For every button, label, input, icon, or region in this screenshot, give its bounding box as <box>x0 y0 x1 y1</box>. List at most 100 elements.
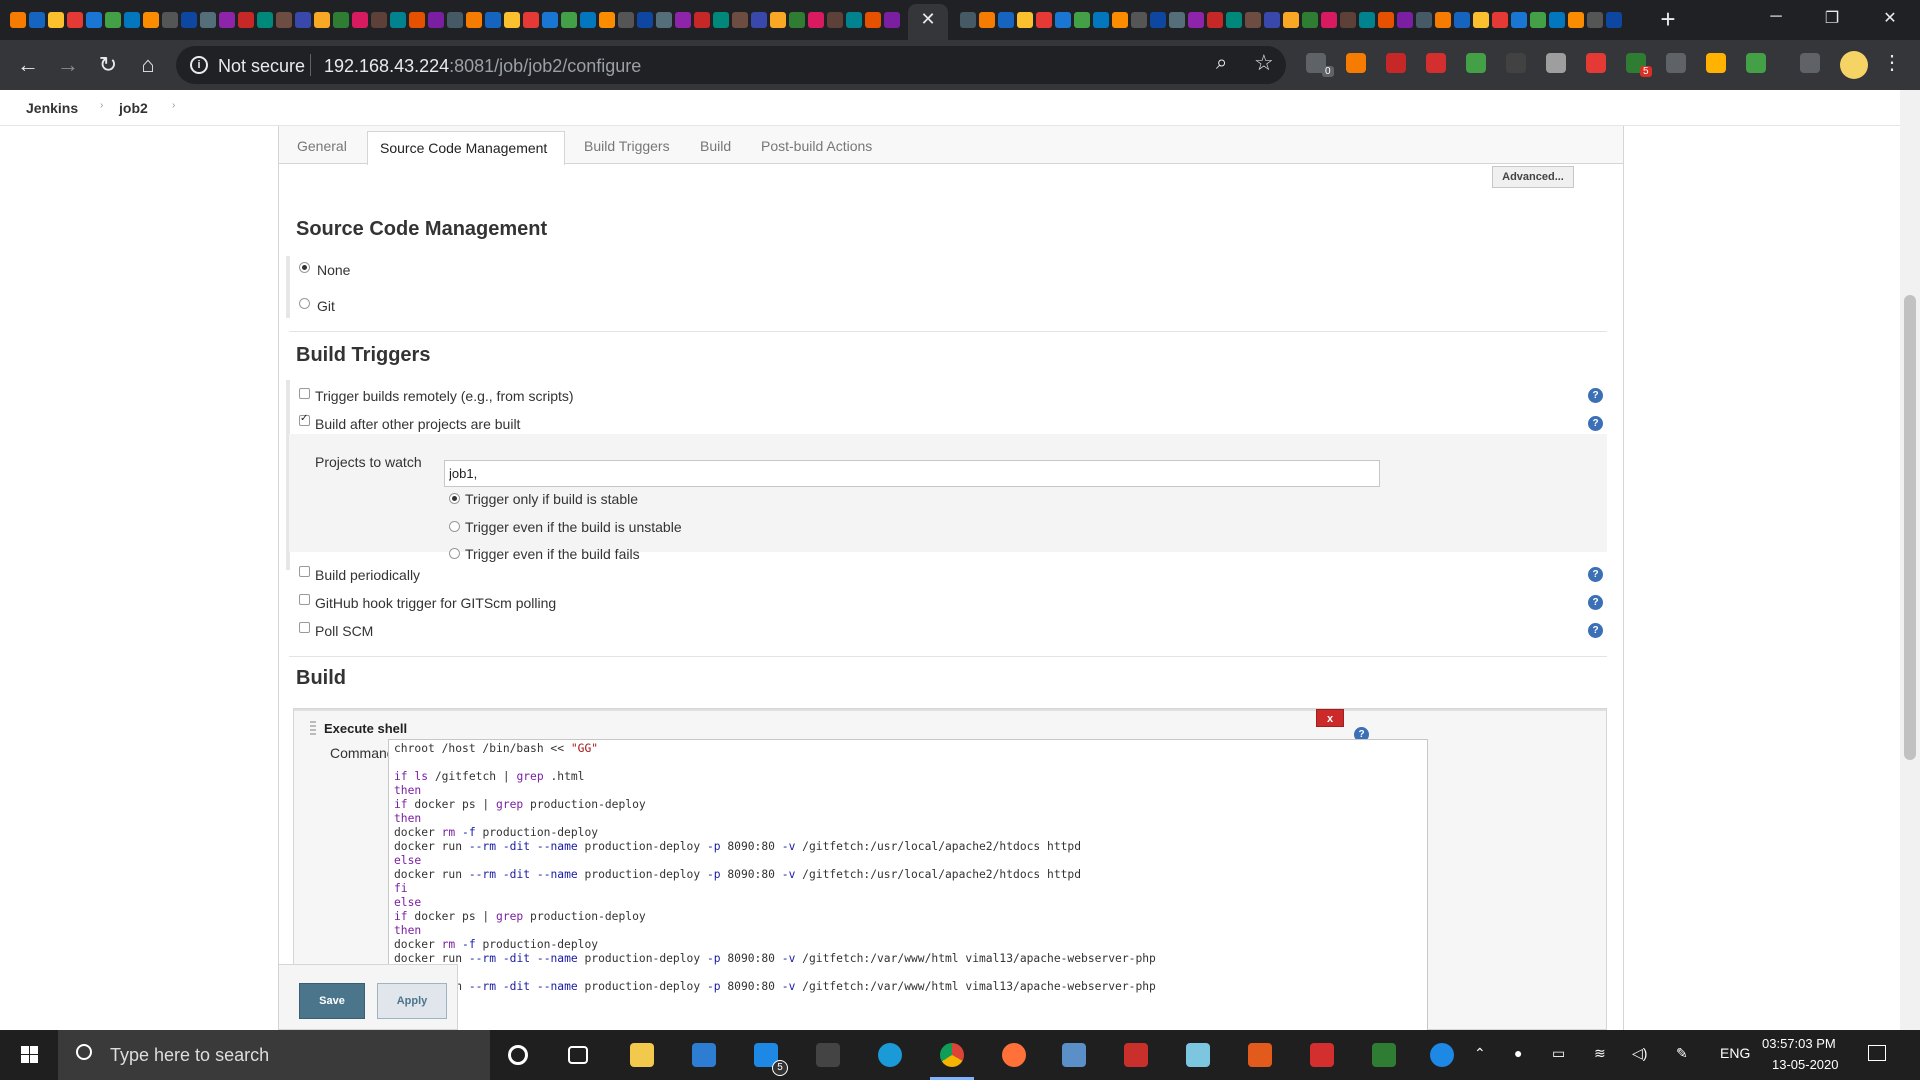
pinned-tab-favicon-icon[interactable] <box>542 12 558 28</box>
breadcrumb-arrow-icon[interactable]: › <box>100 100 103 111</box>
pinned-tab-favicon-icon[interactable] <box>48 12 64 28</box>
pinned-tab-favicon-icon[interactable] <box>1150 12 1166 28</box>
adblock-plus-icon[interactable] <box>1386 53 1406 73</box>
taskbar-search-input[interactable]: Type here to search <box>58 1030 490 1080</box>
pinned-tab-favicon-icon[interactable] <box>694 12 710 28</box>
git-icon[interactable] <box>1248 1043 1272 1067</box>
pinned-tab-favicon-icon[interactable] <box>1112 12 1128 28</box>
pinned-tab-favicon-icon[interactable] <box>352 12 368 28</box>
pinned-tab-favicon-icon[interactable] <box>1074 12 1090 28</box>
colorpick-icon[interactable] <box>1466 53 1486 73</box>
edge-icon[interactable] <box>878 1043 902 1067</box>
projects-to-watch-input[interactable] <box>444 460 1380 487</box>
tray-expand-icon[interactable]: ⌃ <box>1474 1045 1486 1062</box>
close-window-icon[interactable]: ✕ <box>1872 8 1908 28</box>
pinned-tab-favicon-icon[interactable] <box>770 12 786 28</box>
pinned-tab-favicon-icon[interactable] <box>1587 12 1603 28</box>
new-tab-button[interactable]: + <box>1656 6 1680 32</box>
pinned-tab-favicon-icon[interactable] <box>67 12 83 28</box>
pinned-tab-favicon-icon[interactable] <box>561 12 577 28</box>
pinned-tab-favicon-icon[interactable] <box>884 12 900 28</box>
pinned-tab-favicon-icon[interactable] <box>1226 12 1242 28</box>
store-icon[interactable] <box>692 1043 716 1067</box>
dropbox-icon[interactable] <box>1666 53 1686 73</box>
site-info-icon[interactable]: i <box>190 56 208 74</box>
pinned-tab-favicon-icon[interactable] <box>1568 12 1584 28</box>
scrollbar-thumb[interactable] <box>1904 295 1916 760</box>
pinned-tab-favicon-icon[interactable] <box>409 12 425 28</box>
pinned-tab-favicon-icon[interactable] <box>1207 12 1223 28</box>
media-controls-icon[interactable] <box>1800 53 1820 73</box>
page-scrollbar[interactable] <box>1900 90 1920 1030</box>
pen-icon[interactable]: ✎ <box>1676 1045 1688 1062</box>
zoom-icon[interactable]: ⌕ <box>1216 52 1227 75</box>
record-icon[interactable] <box>1586 53 1606 73</box>
pinned-tab-favicon-icon[interactable] <box>257 12 273 28</box>
firefox-icon[interactable] <box>1002 1043 1026 1067</box>
tab-post-build-actions[interactable]: Post-build Actions <box>761 138 872 154</box>
home-icon[interactable]: ⌂ <box>132 49 164 81</box>
pinned-tab-favicon-icon[interactable] <box>1017 12 1033 28</box>
pinned-tab-favicon-icon[interactable] <box>1131 12 1147 28</box>
pinned-tab-favicon-icon[interactable] <box>1283 12 1299 28</box>
help-icon[interactable]: ? <box>1588 595 1603 610</box>
pinned-tab-favicon-icon[interactable] <box>789 12 805 28</box>
pinned-tab-favicon-icon[interactable] <box>1245 12 1261 28</box>
pinned-tab-favicon-icon[interactable] <box>998 12 1014 28</box>
pinned-tab-favicon-icon[interactable] <box>751 12 767 28</box>
task-view-icon[interactable] <box>568 1046 588 1064</box>
pinned-tab-favicon-icon[interactable] <box>827 12 843 28</box>
pinned-tab-favicon-icon[interactable] <box>295 12 311 28</box>
pinned-tab-favicon-icon[interactable] <box>86 12 102 28</box>
pinned-tab-favicon-icon[interactable] <box>1454 12 1470 28</box>
pinned-tab-favicon-icon[interactable] <box>124 12 140 28</box>
language-indicator[interactable]: ENG <box>1720 1045 1750 1061</box>
trigger-unstable-radio[interactable] <box>449 521 460 532</box>
pinned-tab-favicon-icon[interactable] <box>580 12 596 28</box>
pinned-tab-favicon-icon[interactable] <box>1435 12 1451 28</box>
drag-handle-icon[interactable] <box>310 721 316 735</box>
pinned-tab-favicon-icon[interactable] <box>637 12 653 28</box>
help-icon[interactable]: ? <box>1588 416 1603 431</box>
trigger-stable-radio[interactable] <box>449 493 460 504</box>
pinned-tab-favicon-icon[interactable] <box>1378 12 1394 28</box>
build-periodically-checkbox[interactable] <box>299 566 310 577</box>
pinned-tab-favicon-icon[interactable] <box>333 12 349 28</box>
microphone-icon[interactable]: ● <box>1514 1045 1522 1061</box>
apply-button[interactable]: Apply <box>377 983 447 1019</box>
back-icon[interactable]: ← <box>12 49 44 81</box>
pinned-tab-favicon-icon[interactable] <box>1093 12 1109 28</box>
vpn-icon[interactable] <box>1746 53 1766 73</box>
forward-icon[interactable]: → <box>52 49 84 81</box>
pinned-tab-favicon-icon[interactable] <box>618 12 634 28</box>
pinned-tab-favicon-icon[interactable] <box>1055 12 1071 28</box>
reload-icon[interactable]: ↻ <box>92 49 124 81</box>
file-explorer-icon[interactable] <box>630 1043 654 1067</box>
pinned-tab-favicon-icon[interactable] <box>1302 12 1318 28</box>
pinned-tab-favicon-icon[interactable] <box>219 12 235 28</box>
pinned-tab-favicon-icon[interactable] <box>238 12 254 28</box>
chrome-icon[interactable] <box>940 1043 964 1067</box>
pinned-tab-favicon-icon[interactable] <box>1036 12 1052 28</box>
help-icon[interactable]: ? <box>1588 623 1603 638</box>
pinned-tab-favicon-icon[interactable] <box>1473 12 1489 28</box>
pinned-tab-favicon-icon[interactable] <box>1511 12 1527 28</box>
clock-time[interactable]: 03:57:03 PM <box>1762 1036 1836 1051</box>
redhat-icon[interactable] <box>1310 1043 1334 1067</box>
pinned-tab-favicon-icon[interactable] <box>1264 12 1280 28</box>
pinned-tab-favicon-icon[interactable] <box>656 12 672 28</box>
pinned-tab-favicon-icon[interactable] <box>523 12 539 28</box>
pinned-tab-favicon-icon[interactable] <box>1492 12 1508 28</box>
pinned-tab-favicon-icon[interactable] <box>447 12 463 28</box>
help-app-icon[interactable] <box>1430 1043 1454 1067</box>
volume-icon[interactable]: ◁) <box>1632 1045 1647 1062</box>
tab-source-code-management[interactable]: Source Code Management <box>367 131 565 165</box>
windows-start-button[interactable] <box>0 1030 58 1080</box>
pinned-tab-favicon-icon[interactable] <box>865 12 881 28</box>
pinned-tab-favicon-icon[interactable] <box>1359 12 1375 28</box>
restore-window-icon[interactable]: ❐ <box>1814 8 1850 28</box>
minimize-window-icon[interactable]: ─ <box>1758 8 1794 26</box>
notepad-icon[interactable] <box>1186 1043 1210 1067</box>
pinned-tab-favicon-icon[interactable] <box>276 12 292 28</box>
address-bar[interactable]: i Not secure 192.168.43.224:8081/job/job… <box>176 46 1286 84</box>
